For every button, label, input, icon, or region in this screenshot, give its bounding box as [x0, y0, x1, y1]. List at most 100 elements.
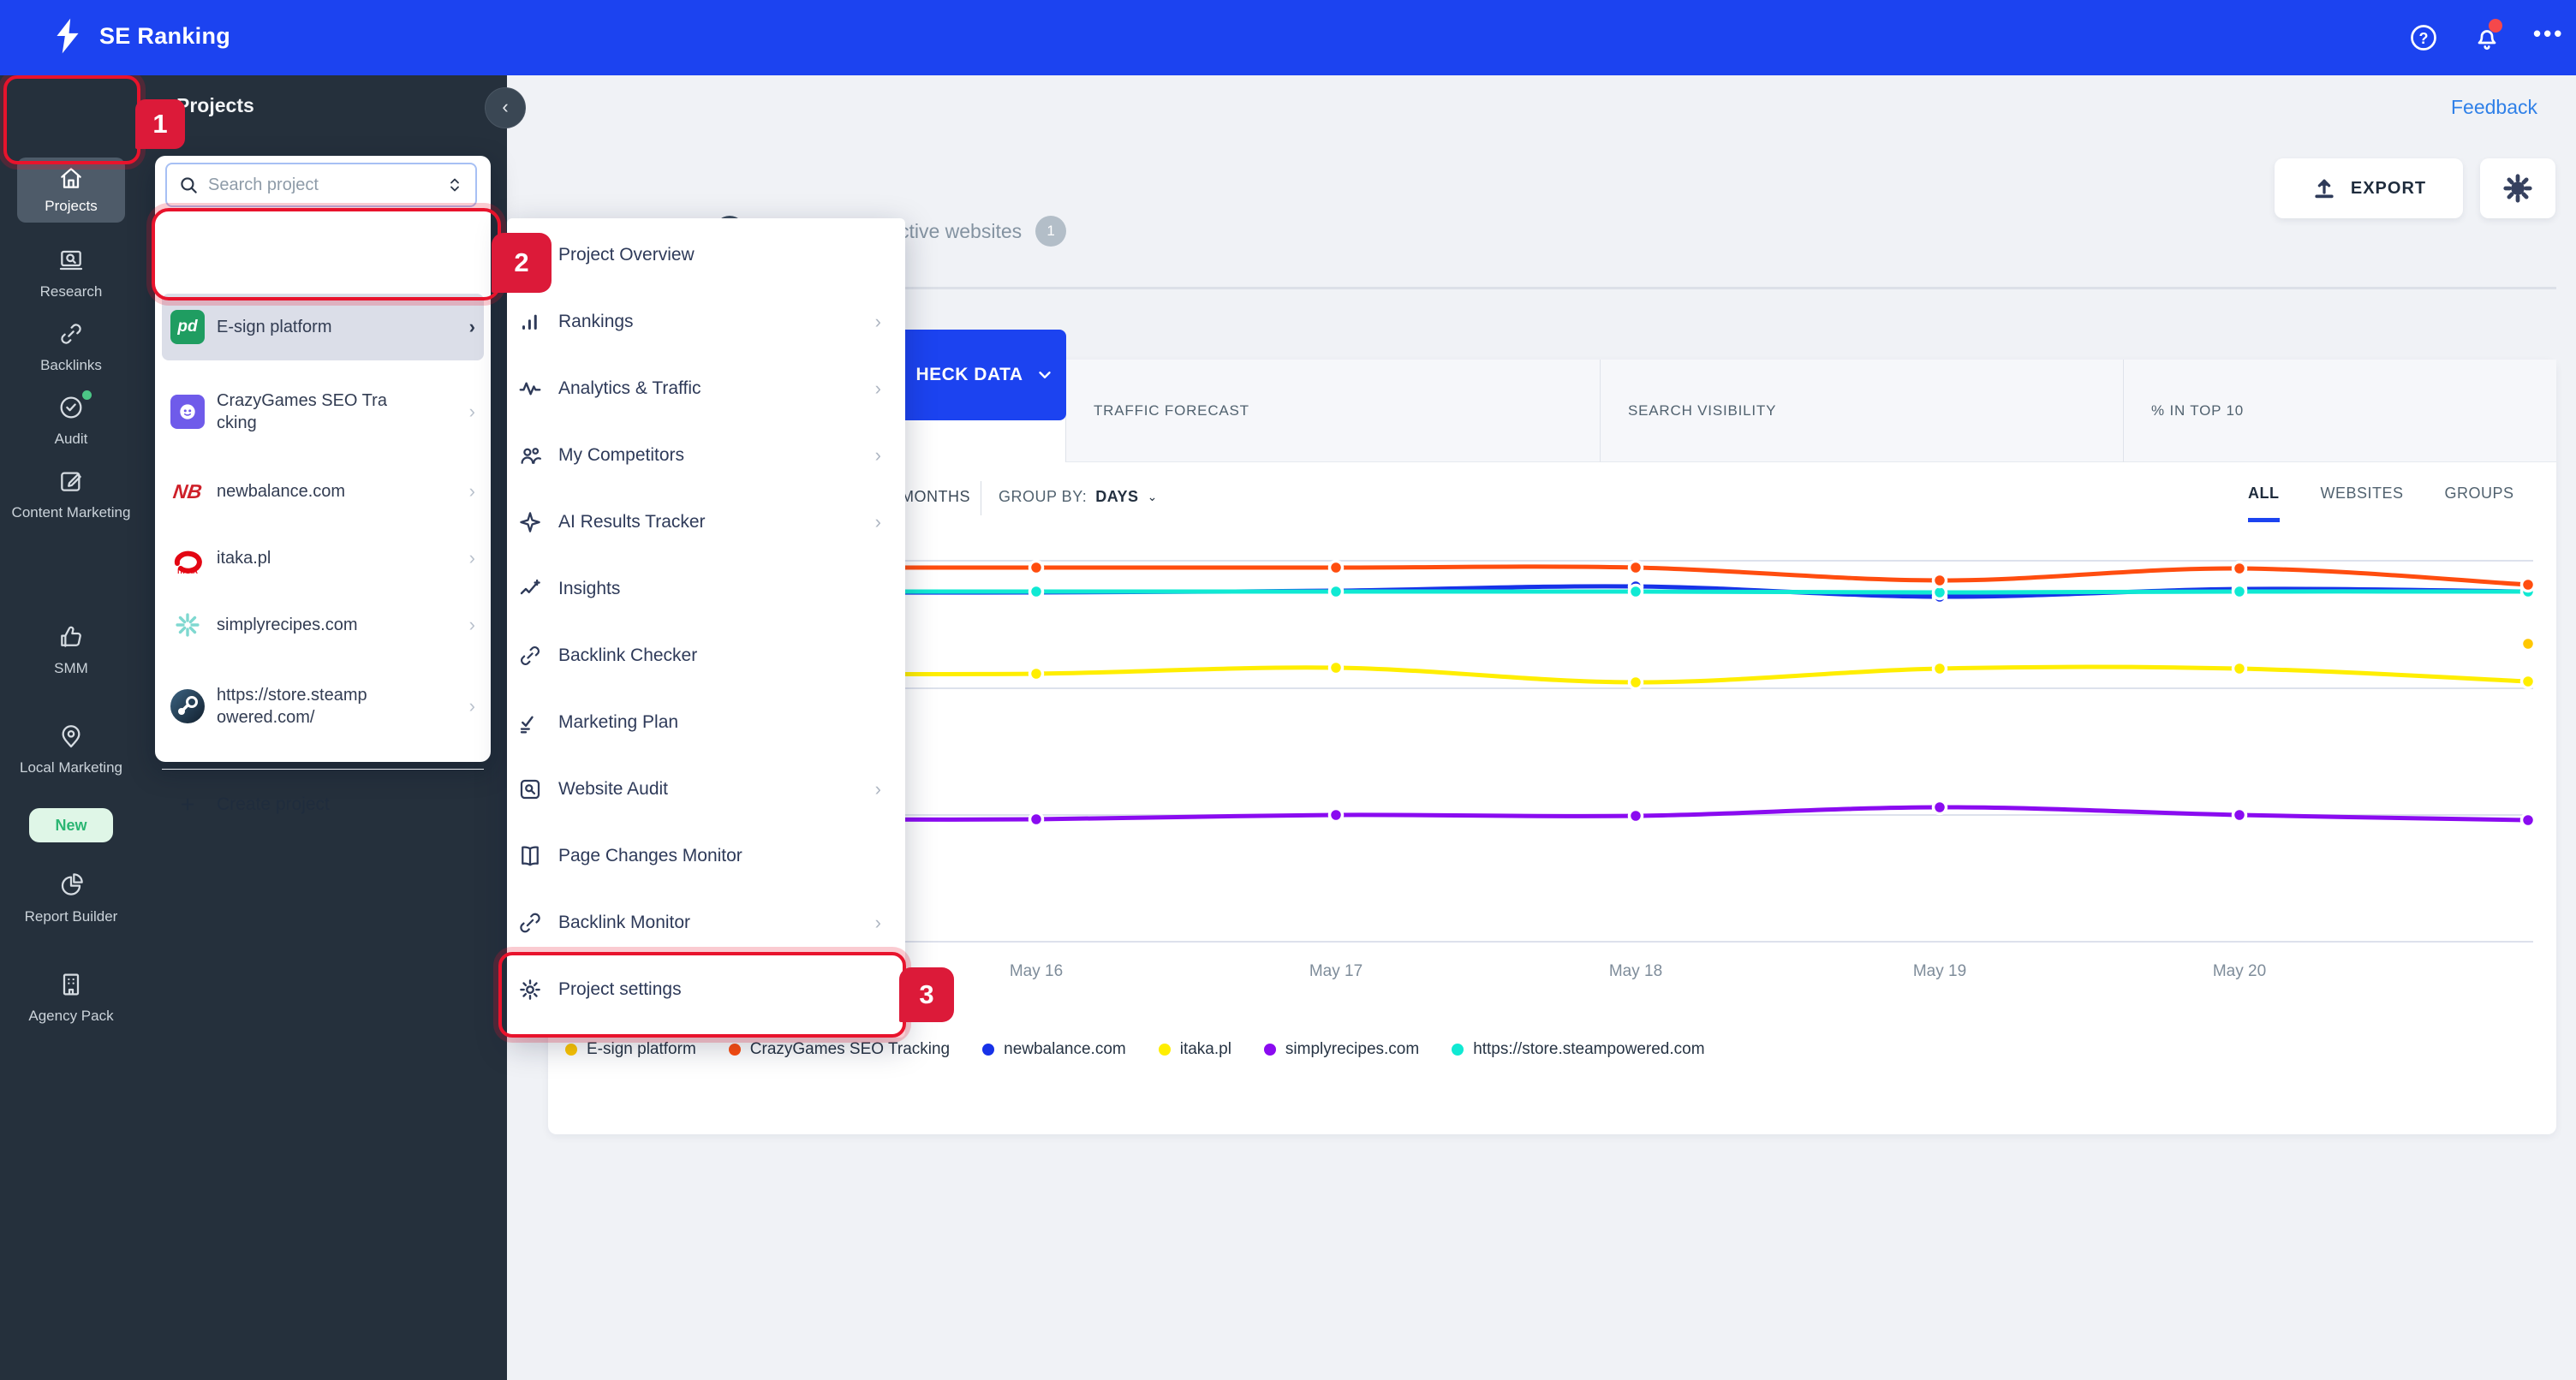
chevron-right-icon: ›: [875, 378, 881, 400]
legend-item[interactable]: itaka.pl: [1159, 1040, 1231, 1059]
menu-item-insights[interactable]: Insights: [507, 556, 905, 622]
sidebar-item-projects[interactable]: Projects: [17, 158, 125, 223]
project-name: E-sign platform: [217, 318, 332, 336]
settings-gear-button[interactable]: [2480, 158, 2555, 218]
sidebar-item-label: Content Marketing: [0, 503, 142, 521]
more-icon[interactable]: •••: [2533, 21, 2564, 47]
sort-icon[interactable]: [444, 175, 465, 195]
checklist-icon: [517, 710, 543, 735]
sidebar-item-audit[interactable]: Audit: [0, 394, 142, 448]
menu-item-backlink-monitor[interactable]: Backlink Monitor›: [507, 889, 905, 956]
chart-tab-search-visibility[interactable]: SEARCH VISIBILITY: [1600, 360, 2123, 462]
legend-item[interactable]: simplyrecipes.com: [1264, 1040, 1419, 1059]
menu-item-rankings[interactable]: Rankings›: [507, 288, 905, 355]
brand-name: SE Ranking: [99, 23, 230, 50]
book-icon: [517, 843, 543, 869]
project-row-itaka[interactable]: ITAKA itaka.pl ›: [162, 530, 484, 586]
brand[interactable]: SE Ranking: [51, 17, 230, 55]
sidebar-item-label: Audit: [0, 430, 142, 448]
legend-dot: [1264, 1044, 1276, 1056]
annotation-badge-2: 2: [492, 233, 552, 293]
chevron-down-icon: ⌄: [1148, 490, 1158, 504]
sidebar-item-research[interactable]: Research: [0, 247, 142, 300]
feedback-link[interactable]: Feedback: [2451, 96, 2537, 119]
icon-sidebar: Projects Research Backlinks Audit Conten…: [0, 75, 143, 1380]
chevron-right-icon: ›: [469, 695, 475, 717]
menu-item-project-overview[interactable]: Project Overview: [507, 222, 905, 288]
insights-icon: [517, 576, 543, 602]
chevron-right-icon: ›: [875, 912, 881, 934]
export-button[interactable]: EXPORT: [2275, 158, 2463, 218]
chevron-right-icon: ›: [469, 316, 475, 338]
sidebar-item-label: Projects: [17, 198, 125, 215]
sidebar-item-agency-pack[interactable]: Agency Pack: [0, 971, 142, 1025]
legend-dot: [729, 1044, 741, 1056]
project-search-input[interactable]: Search project: [165, 163, 477, 207]
newbalance-favicon: NB: [168, 474, 207, 509]
sidebar-item-local-marketing[interactable]: Local Marketing: [0, 723, 142, 776]
menu-item-website-audit[interactable]: Website Audit›: [507, 756, 905, 823]
chart-tab-traffic-forecast[interactable]: TRAFFIC FORECAST: [1065, 360, 1600, 462]
recheck-data-button[interactable]: HECK DATA: [903, 330, 1066, 420]
legend-item[interactable]: newbalance.com: [982, 1040, 1126, 1059]
legend-item[interactable]: CrazyGames SEO Tracking: [729, 1040, 950, 1059]
chevron-right-icon: ›: [875, 311, 881, 333]
projects-panel: Projects ‹ Search project pd E-sign plat…: [142, 75, 507, 1380]
menu-item-project-settings[interactable]: Project settings: [507, 956, 905, 1023]
home-icon: [57, 164, 85, 192]
help-icon[interactable]: ?: [2408, 22, 2439, 53]
create-project-button[interactable]: + Create project: [162, 781, 484, 829]
chevron-right-icon: ›: [469, 401, 475, 423]
project-name: newbalance.com: [217, 482, 345, 501]
group-by-value: DAYS: [1095, 488, 1138, 506]
audit-magnifier-icon: [517, 776, 543, 802]
annotation-badge-3: 3: [899, 967, 954, 1022]
steam-favicon: [170, 689, 205, 723]
legend-dot: [1452, 1044, 1464, 1056]
menu-item-my-competitors[interactable]: My Competitors›: [507, 422, 905, 489]
project-row-esign-platform[interactable]: pd E-sign platform ›: [162, 294, 484, 360]
svg-text:May 19: May 19: [1913, 962, 1966, 980]
project-name: simplyrecipes.com: [217, 616, 357, 634]
collapse-panel-button[interactable]: ‹: [485, 87, 526, 128]
project-row-steam[interactable]: https://store.steampowered.com/ ›: [162, 663, 484, 749]
new-badge: New: [29, 808, 113, 842]
chart-tab-percent-top10[interactable]: % IN TOP 10: [2123, 360, 2556, 462]
gear-icon: [517, 977, 543, 1002]
sidebar-item-label: SMM: [0, 659, 142, 677]
sidebar-item-smm[interactable]: SMM: [0, 623, 142, 677]
projects-card: Search project pd E-sign platform › Craz…: [155, 156, 491, 762]
sidebar-item-label: Backlinks: [0, 356, 142, 374]
menu-item-page-changes-monitor[interactable]: Page Changes Monitor: [507, 823, 905, 889]
crazygames-favicon: [170, 395, 205, 429]
legend-item[interactable]: E-sign platform: [565, 1040, 696, 1059]
scope-groups[interactable]: GROUPS: [2445, 485, 2514, 522]
chevron-right-icon: ›: [875, 444, 881, 467]
link-icon: [517, 910, 543, 936]
sidebar-item-content-marketing[interactable]: Content Marketing: [0, 467, 142, 521]
menu-item-ai-results-tracker[interactable]: AI Results Tracker›: [507, 489, 905, 556]
svg-text:?: ?: [2419, 30, 2429, 47]
menu-item-marketing-plan[interactable]: Marketing Plan: [507, 689, 905, 756]
project-row-newbalance[interactable]: NB newbalance.com ›: [162, 463, 484, 520]
link-icon: [517, 643, 543, 669]
menu-item-backlink-checker[interactable]: Backlink Checker: [507, 622, 905, 689]
scope-all[interactable]: ALL: [2248, 485, 2280, 522]
chart-legend: E-sign platform CrazyGames SEO Tracking …: [565, 1040, 2552, 1059]
period-months-label[interactable]: MONTHS: [901, 488, 970, 506]
chevron-right-icon: ›: [875, 511, 881, 533]
project-row-simplyrecipes[interactable]: simplyrecipes.com ›: [162, 597, 484, 653]
menu-item-analytics-traffic[interactable]: Analytics & Traffic›: [507, 355, 905, 422]
sidebar-item-backlinks[interactable]: Backlinks: [0, 320, 142, 374]
plus-icon: +: [170, 791, 205, 818]
sidebar-item-report-builder[interactable]: Report Builder: [0, 871, 142, 925]
check-circle-icon: [57, 394, 85, 421]
project-name: https://store.steamp: [217, 686, 367, 705]
scope-switcher: ALL WEBSITES GROUPS: [2248, 485, 2514, 522]
group-by-dropdown[interactable]: GROUP BY: DAYS ⌄: [999, 488, 1158, 506]
legend-item[interactable]: https://store.steampowered.com: [1452, 1040, 1704, 1059]
scope-websites[interactable]: WEBSITES: [2321, 485, 2404, 522]
project-row-crazygames[interactable]: CrazyGames SEO Tracking ›: [162, 372, 484, 451]
search-placeholder: Search project: [208, 175, 436, 195]
search-icon: [177, 174, 200, 196]
